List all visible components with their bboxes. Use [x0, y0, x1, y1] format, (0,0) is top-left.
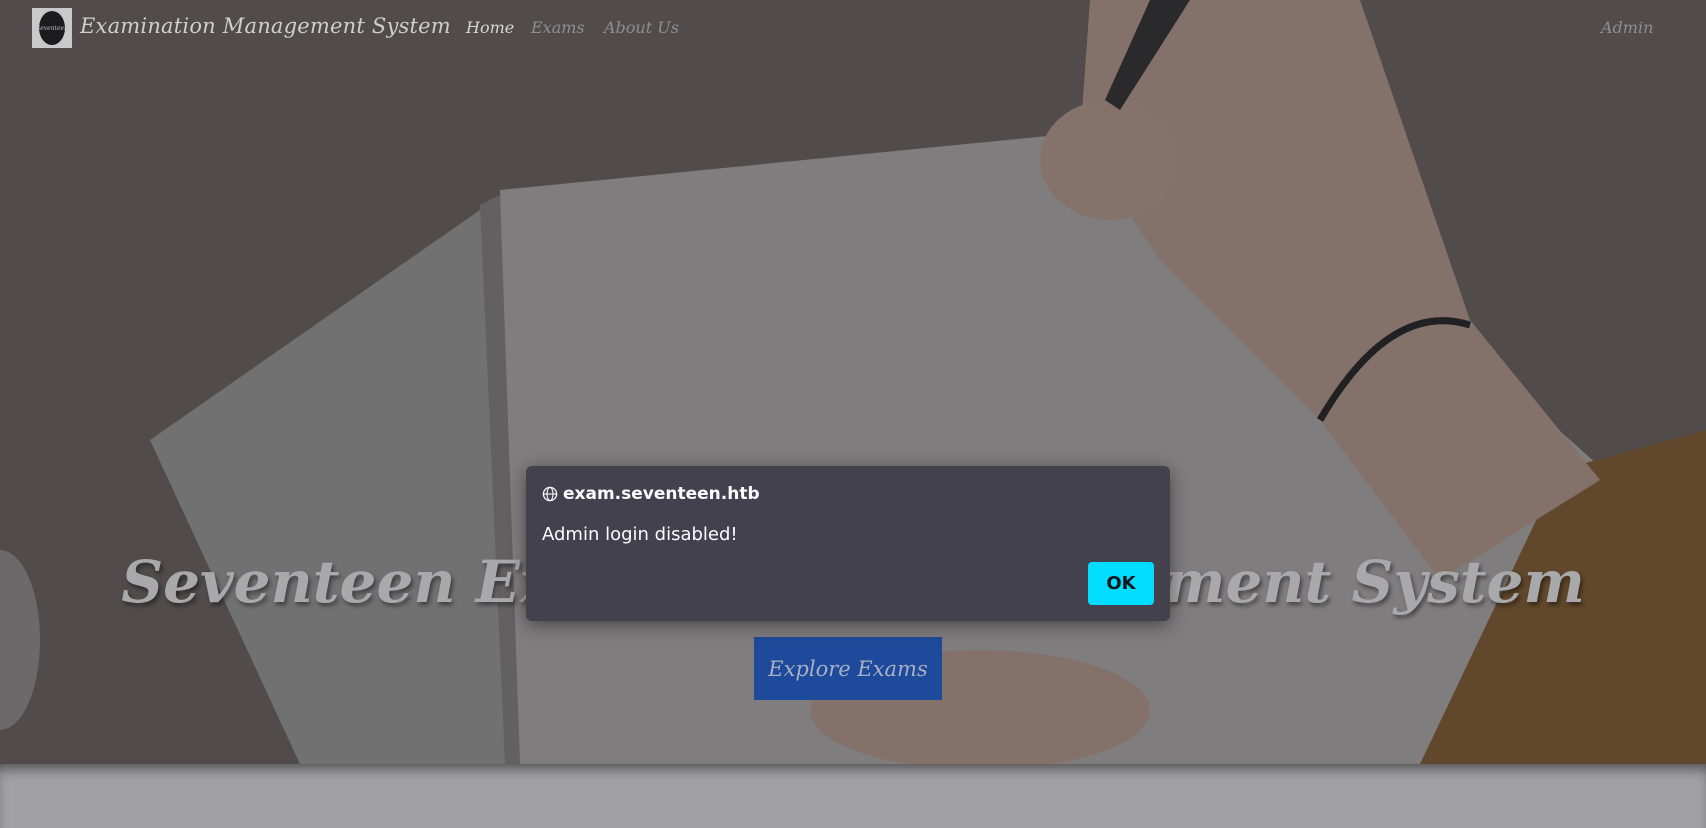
globe-icon: [542, 486, 558, 502]
brand-title[interactable]: Examination Management System: [80, 14, 451, 38]
logo-emblem-icon: Seventeen: [36, 11, 68, 45]
explore-exams-button[interactable]: Explore Exams: [754, 637, 942, 700]
nav-link-about-us[interactable]: About Us: [604, 18, 679, 37]
page: Seventeen Examination Management System …: [0, 0, 1706, 828]
logo[interactable]: Seventeen: [32, 8, 72, 48]
alert-dialog: exam.seventeen.htb Admin login disabled!…: [526, 466, 1170, 621]
dialog-message: Admin login disabled!: [542, 524, 738, 545]
navbar: Seventeen Examination Management System …: [0, 0, 1706, 58]
dialog-header: exam.seventeen.htb: [542, 484, 760, 504]
ok-button[interactable]: OK: [1088, 562, 1154, 605]
dialog-origin: exam.seventeen.htb: [563, 484, 760, 504]
nav-link-home[interactable]: Home: [466, 18, 514, 37]
page-footer-band: [0, 764, 1706, 828]
nav-link-admin[interactable]: Admin: [1601, 18, 1653, 37]
nav-link-exams[interactable]: Exams: [531, 18, 585, 37]
